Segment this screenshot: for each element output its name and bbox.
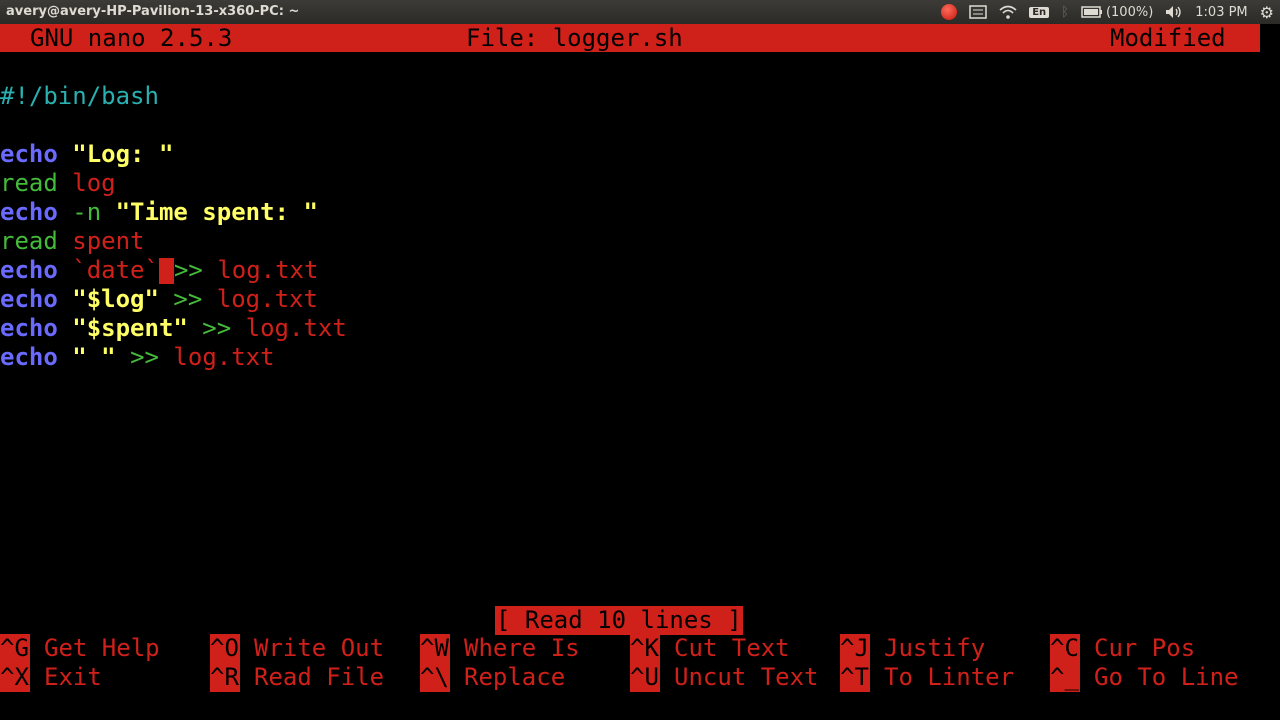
- system-tray: En ᛒ (100%) 1:03 PM ⚙: [935, 0, 1280, 24]
- terminal-scrollbar[interactable]: [1260, 24, 1280, 720]
- volume-icon[interactable]: [1165, 5, 1183, 19]
- shortcut-replace[interactable]: ^\ Replace: [420, 663, 565, 692]
- battery-icon[interactable]: (100%): [1081, 5, 1153, 20]
- shortcut-write-out[interactable]: ^O Write Out: [210, 634, 384, 663]
- file-name: File: logger.sh: [466, 24, 683, 52]
- window-title: avery@avery-HP-Pavilion-13-x360-PC: ~: [6, 4, 300, 19]
- code-line-6: read spent: [0, 227, 145, 255]
- shortcut-uncut-text[interactable]: ^U Uncut Text: [630, 663, 819, 692]
- shortcut-exit[interactable]: ^X Exit: [0, 663, 102, 692]
- shortcut-to-linter[interactable]: ^T To Linter: [840, 663, 1014, 692]
- code-line-9: echo "$spent" >> log.txt: [0, 314, 347, 342]
- status-message: [ Read 10 lines ]: [495, 606, 743, 635]
- text-cursor: [158, 258, 174, 284]
- shortcut-justify[interactable]: ^J Justify: [840, 634, 985, 663]
- code-line-10: echo " " >> log.txt: [0, 343, 275, 371]
- code-line-4: read log: [0, 169, 116, 197]
- clock[interactable]: 1:03 PM: [1195, 5, 1247, 20]
- bluetooth-icon[interactable]: ᛒ: [1061, 5, 1069, 20]
- gear-icon[interactable]: ⚙: [1260, 3, 1274, 22]
- code-line-1: #!/bin/bash: [0, 82, 159, 110]
- code-line-7: echo `date` >> log.txt: [0, 256, 319, 284]
- shortcut-cur-pos[interactable]: ^C Cur Pos: [1050, 634, 1195, 663]
- nano-header: GNU nano 2.5.3 File: logger.sh Modified: [0, 24, 1260, 52]
- battery-percent: (100%): [1105, 4, 1154, 20]
- modified-indicator: Modified: [1110, 24, 1226, 52]
- nano-version: GNU nano 2.5.3: [30, 24, 233, 52]
- terminal-area[interactable]: GNU nano 2.5.3 File: logger.sh Modified …: [0, 24, 1260, 720]
- code-line-5: echo -n "Time spent: ": [0, 198, 318, 226]
- shortcut-where-is[interactable]: ^W Where Is: [420, 634, 580, 663]
- wifi-icon[interactable]: [999, 5, 1017, 19]
- keyboard-layout-icon[interactable]: En: [1029, 6, 1050, 18]
- top-panel: avery@avery-HP-Pavilion-13-x360-PC: ~ En…: [0, 0, 1280, 24]
- code-line-3: echo "Log: ": [0, 140, 174, 168]
- shortcut-get-help[interactable]: ^G Get Help: [0, 634, 160, 663]
- record-icon[interactable]: [941, 4, 958, 20]
- shortcut-go-to-line[interactable]: ^_ Go To Line: [1050, 663, 1239, 692]
- keyboard-menu-icon[interactable]: [969, 5, 987, 19]
- shortcut-read-file[interactable]: ^R Read File: [210, 663, 384, 692]
- code-line-8: echo "$log" >> log.txt: [0, 285, 318, 313]
- shortcut-cut-text[interactable]: ^K Cut Text: [630, 634, 790, 663]
